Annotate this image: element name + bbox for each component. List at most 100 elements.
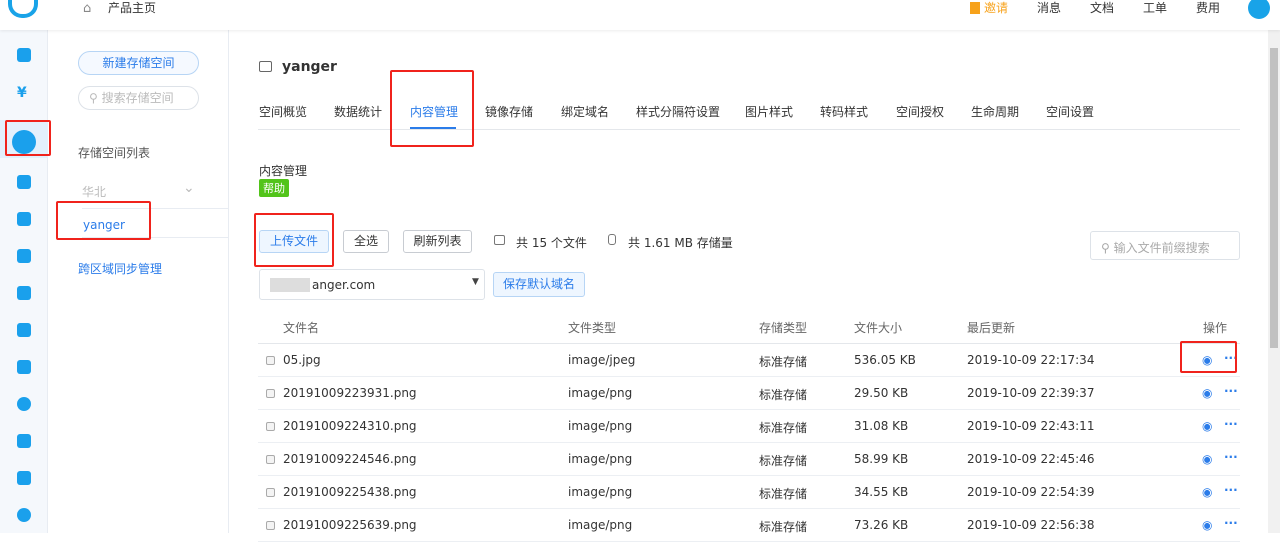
tv-icon[interactable] — [17, 249, 31, 263]
tab-overview[interactable]: 空间概览 — [259, 103, 307, 120]
bucket-item-yanger[interactable]: yanger — [83, 218, 125, 232]
new-bucket-button[interactable]: 新建存储空间 — [78, 51, 199, 75]
last-updated: 2019-10-09 22:17:34 — [967, 353, 1095, 367]
file-type: image/png — [568, 386, 633, 400]
cdn-icon[interactable] — [17, 175, 31, 189]
messages-link[interactable]: 消息 — [1037, 0, 1061, 16]
nav-icon-5[interactable] — [17, 212, 31, 226]
help-badge[interactable]: 帮助 — [259, 179, 289, 197]
file-name[interactable]: 20191009225639.png — [283, 518, 417, 532]
file-size: 58.99 KB — [854, 452, 909, 466]
database-icon[interactable] — [17, 471, 31, 485]
storage-type: 标准存储 — [759, 520, 808, 534]
region-select[interactable]: 华北 — [82, 183, 106, 200]
home-link[interactable]: 产品主页 — [108, 0, 156, 16]
last-updated: 2019-10-09 22:56:38 — [967, 518, 1095, 532]
storage-type: 标准存储 — [759, 421, 808, 435]
play-icon[interactable] — [17, 360, 31, 374]
eye-icon[interactable]: ◉ — [1202, 518, 1212, 532]
more-icon[interactable]: ··· — [1224, 417, 1238, 431]
eye-icon[interactable]: ◉ — [1202, 386, 1212, 400]
domain-select[interactable]: anger.com ▼ — [259, 269, 485, 300]
more-icon[interactable]: ··· — [1224, 384, 1238, 398]
col-name: 文件名 — [283, 321, 320, 335]
storage-type: 标准存储 — [759, 454, 808, 468]
search-icon: ⚲ — [89, 91, 102, 105]
tab-settings[interactable]: 空间设置 — [1046, 103, 1094, 120]
file-name[interactable]: 20191009224546.png — [283, 452, 417, 466]
storage-type: 标准存储 — [759, 487, 808, 501]
product-nav: ¥ — [0, 30, 48, 533]
row-checkbox[interactable] — [266, 488, 275, 497]
table-row: 20191009225639.png image/png 标准存储 73.26 KB 2… — [258, 509, 1240, 542]
row-checkbox[interactable] — [266, 422, 275, 431]
tab-image-style[interactable]: 图片样式 — [745, 103, 793, 120]
tickets-link[interactable]: 工单 — [1143, 0, 1167, 16]
tab-transcode[interactable]: 转码样式 — [820, 103, 868, 120]
select-all-button[interactable]: 全选 — [343, 230, 389, 253]
chevron-down-icon[interactable]: ⌄ — [183, 180, 195, 196]
eye-icon[interactable]: ◉ — [1202, 485, 1212, 499]
cross-region-sync-link[interactable]: 跨区域同步管理 — [78, 260, 162, 277]
scrollbar[interactable] — [1268, 30, 1280, 533]
storage-usage: 共 1.61 MB 存储量 — [628, 236, 733, 250]
row-checkbox[interactable] — [266, 356, 275, 365]
last-updated: 2019-10-09 22:39:37 — [967, 386, 1095, 400]
search-placeholder: 输入文件前缀搜索 — [1113, 241, 1210, 255]
table-row: 20191009225438.png image/png 标准存储 34.55 KB 2… — [258, 476, 1240, 509]
file-type: image/png — [568, 452, 633, 466]
row-checkbox[interactable] — [266, 455, 275, 464]
bucket-icon — [259, 61, 272, 72]
table-row: 05.jpg image/jpeg 标准存储 536.05 KB 2019-10-09 … — [258, 344, 1240, 377]
storage-icon[interactable] — [12, 130, 36, 154]
file-name[interactable]: 20191009224310.png — [283, 419, 417, 433]
col-size: 文件大小 — [854, 321, 903, 335]
refresh-button[interactable]: 刷新列表 — [403, 230, 472, 253]
row-checkbox[interactable] — [266, 521, 275, 530]
file-search-input[interactable]: ⚲ 输入文件前缀搜索 — [1090, 231, 1240, 260]
home-icon[interactable]: ⌂ — [83, 1, 91, 16]
file-name[interactable]: 05.jpg — [283, 353, 321, 367]
tab-authorization[interactable]: 空间授权 — [896, 103, 944, 120]
logo[interactable] — [8, 0, 38, 18]
file-name[interactable]: 20191009223931.png — [283, 386, 417, 400]
upload-button[interactable]: 上传文件 — [259, 230, 329, 253]
more-icon[interactable]: ··· — [1224, 483, 1238, 497]
invite-link[interactable]: 邀请 — [984, 0, 1008, 16]
tab-lifecycle[interactable]: 生命周期 — [971, 103, 1019, 120]
cloud-icon[interactable] — [17, 397, 31, 411]
file-type: image/png — [568, 485, 633, 499]
tab-content[interactable]: 内容管理 — [410, 103, 458, 120]
table-row: 20191009224546.png image/png 标准存储 58.99 KB 2… — [258, 443, 1240, 476]
avatar[interactable] — [1248, 0, 1270, 19]
file-name[interactable]: 20191009225438.png — [283, 485, 417, 499]
file-type: image/png — [568, 419, 633, 433]
nav-icon-1[interactable] — [17, 48, 31, 62]
tab-domain[interactable]: 绑定域名 — [561, 103, 609, 120]
table-row: 20191009223931.png image/png 标准存储 29.50 KB 2… — [258, 377, 1240, 410]
yen-icon[interactable]: ¥ — [17, 86, 31, 100]
file-size: 536.05 KB — [854, 353, 916, 367]
more-icon[interactable]: ··· — [1224, 351, 1238, 365]
video-icon[interactable] — [17, 286, 31, 300]
bucket-search-input[interactable]: ⚲ 搜索存储空间 — [78, 86, 199, 110]
tab-mirror[interactable]: 镜像存储 — [485, 103, 533, 120]
billing-link[interactable]: 费用 — [1196, 0, 1220, 16]
chart-icon[interactable] — [17, 508, 31, 522]
save-domain-button[interactable]: 保存默认域名 — [493, 272, 585, 297]
more-icon[interactable]: ··· — [1224, 516, 1238, 530]
bucket-title: yanger — [282, 59, 337, 75]
row-checkbox[interactable] — [266, 389, 275, 398]
eye-icon[interactable]: ◉ — [1202, 353, 1212, 367]
docs-link[interactable]: 文档 — [1090, 0, 1114, 16]
caret-down-icon: ▼ — [472, 277, 479, 287]
bookmark-icon[interactable] — [17, 434, 31, 448]
tab-statistics[interactable]: 数据统计 — [334, 103, 382, 120]
table-row: 20191009224310.png image/png 标准存储 31.08 KB 2… — [258, 410, 1240, 443]
eye-icon[interactable]: ◉ — [1202, 452, 1212, 466]
sliders-icon[interactable] — [17, 323, 31, 337]
more-icon[interactable]: ··· — [1224, 450, 1238, 464]
table-header: 文件名 文件类型 存储类型 文件大小 最后更新 操作 — [258, 319, 1240, 344]
tab-separator[interactable]: 样式分隔符设置 — [636, 103, 720, 120]
eye-icon[interactable]: ◉ — [1202, 419, 1212, 433]
